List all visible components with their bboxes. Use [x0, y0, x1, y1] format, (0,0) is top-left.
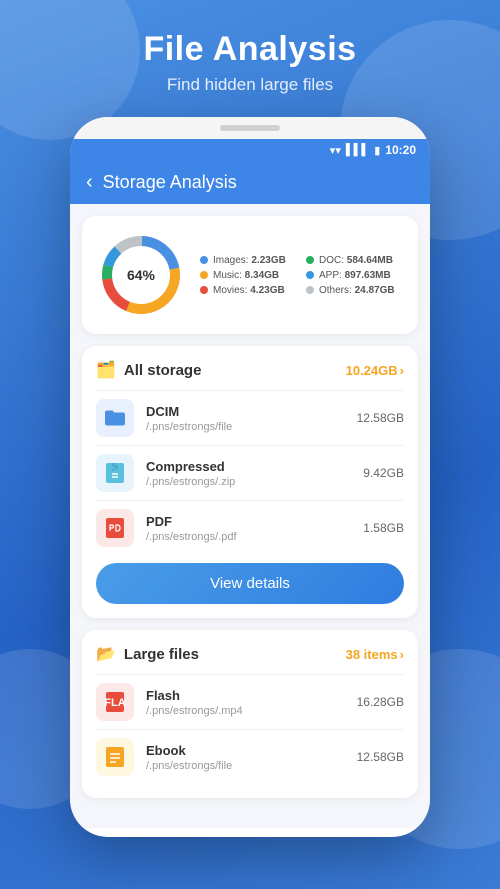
legend-dot-images — [200, 256, 208, 264]
legend-dot-music — [200, 271, 208, 279]
legend-dot-doc — [306, 256, 314, 264]
donut-chart: 64% — [96, 230, 186, 320]
legend-music: Music: 8.34GB — [200, 270, 298, 281]
file-size-flash: 16.28GB — [357, 695, 404, 709]
file-path-flash: /.pns/estrongs/.mp4 — [146, 705, 345, 717]
donut-center-label: 64% — [127, 267, 155, 283]
file-item-dcim[interactable]: DCIM /.pns/estrongs/file 12.58GB — [96, 390, 404, 445]
folder-icon-dcim — [103, 406, 127, 430]
pdf-icon — [103, 516, 127, 540]
file-info-flash: Flash /.pns/estrongs/.mp4 — [146, 688, 345, 717]
legend-label-app: APP: 897.63MB — [319, 270, 391, 281]
file-name-compressed: Compressed — [146, 459, 351, 474]
file-item-compressed[interactable]: Compressed /.pns/estrongs/.zip 9.42GB — [96, 445, 404, 500]
file-info-compressed: Compressed /.pns/estrongs/.zip — [146, 459, 351, 488]
legend-label-doc: DOC: 584.64MB — [319, 255, 393, 266]
file-path-ebook: /.pns/estrongs/file — [146, 760, 345, 772]
all-storage-total: 10.24GB — [346, 363, 398, 378]
phone-top-bar — [70, 117, 430, 139]
all-storage-card: 🗂️ All storage 10.24GB › DCIM /.pns/es — [82, 346, 418, 618]
flash-icon: FLA — [103, 690, 127, 714]
app-header: ‹ Storage Analysis — [70, 161, 430, 204]
legend-doc: DOC: 584.64MB — [306, 255, 404, 266]
file-icon-flash: FLA — [96, 683, 134, 721]
legend-app: APP: 897.63MB — [306, 270, 404, 281]
all-storage-header: 🗂️ All storage 10.24GB › — [96, 360, 404, 380]
legend-dot-others — [306, 286, 314, 294]
file-icon-pdf — [96, 509, 134, 547]
status-icons: ▾▾ ▌▌▌ ▮ 10:20 — [330, 143, 416, 157]
svg-text:FLA: FLA — [104, 697, 125, 709]
app-header-title: Storage Analysis — [103, 172, 237, 193]
legend-movies: Movies: 4.23GB — [200, 285, 298, 296]
all-storage-title: All storage — [124, 362, 202, 379]
legend-label-movies: Movies: 4.23GB — [213, 285, 285, 296]
file-path-compressed: /.pns/estrongs/.zip — [146, 476, 351, 488]
storage-chart-card: 64% Images: 2.23GB DOC: 584.64MB Music: … — [82, 216, 418, 334]
file-item-pdf[interactable]: PDF /.pns/estrongs/.pdf 1.58GB — [96, 500, 404, 555]
file-icon-ebook — [96, 738, 134, 776]
large-files-count: 38 items — [346, 647, 398, 662]
view-details-button[interactable]: View details — [96, 563, 404, 604]
status-time: 10:20 — [385, 143, 416, 157]
file-info-pdf: PDF /.pns/estrongs/.pdf — [146, 514, 351, 543]
ebook-icon — [103, 745, 127, 769]
all-storage-title-wrap: 🗂️ All storage — [96, 360, 201, 380]
status-bar: ▾▾ ▌▌▌ ▮ 10:20 — [70, 139, 430, 161]
large-files-badge[interactable]: 38 items › — [346, 647, 404, 662]
legend-label-others: Others: 24.87GB — [319, 285, 395, 296]
large-files-icon: 📂 — [96, 644, 116, 664]
large-files-title: Large files — [124, 646, 199, 663]
chart-section: 64% Images: 2.23GB DOC: 584.64MB Music: … — [96, 230, 404, 320]
file-name-dcim: DCIM — [146, 404, 345, 419]
legend-images: Images: 2.23GB — [200, 255, 298, 266]
phone-mockup: ▾▾ ▌▌▌ ▮ 10:20 ‹ Storage Analysis — [70, 117, 430, 837]
file-size-dcim: 12.58GB — [357, 411, 404, 425]
page-subtitle: Find hidden large files — [20, 75, 480, 95]
file-size-ebook: 12.58GB — [357, 750, 404, 764]
page-header: File Analysis Find hidden large files — [0, 0, 500, 105]
file-item-ebook[interactable]: Ebook /.pns/estrongs/file 12.58GB — [96, 729, 404, 784]
phone-speaker — [220, 125, 280, 131]
large-files-header: 📂 Large files 38 items › — [96, 644, 404, 664]
file-item-flash[interactable]: FLA Flash /.pns/estrongs/.mp4 16.28GB — [96, 674, 404, 729]
legend-dot-app — [306, 271, 314, 279]
file-path-pdf: /.pns/estrongs/.pdf — [146, 531, 351, 543]
zip-icon — [103, 461, 127, 485]
content-area: 64% Images: 2.23GB DOC: 584.64MB Music: … — [70, 204, 430, 828]
wifi-icon: ▾▾ — [330, 144, 341, 157]
battery-icon: ▮ — [374, 144, 380, 157]
file-name-pdf: PDF — [146, 514, 351, 529]
file-size-compressed: 9.42GB — [363, 466, 404, 480]
file-name-ebook: Ebook — [146, 743, 345, 758]
legend-others: Others: 24.87GB — [306, 285, 404, 296]
legend-dot-movies — [200, 286, 208, 294]
file-icon-dcim — [96, 399, 134, 437]
file-info-ebook: Ebook /.pns/estrongs/file — [146, 743, 345, 772]
file-info-dcim: DCIM /.pns/estrongs/file — [146, 404, 345, 433]
large-files-chevron: › — [400, 647, 404, 662]
legend-label-images: Images: 2.23GB — [213, 255, 286, 266]
signal-icon: ▌▌▌ — [346, 144, 369, 156]
back-button[interactable]: ‹ — [86, 171, 93, 194]
file-name-flash: Flash — [146, 688, 345, 703]
page-title: File Analysis — [20, 30, 480, 69]
all-storage-icon: 🗂️ — [96, 360, 116, 380]
large-files-card: 📂 Large files 38 items › FLA Flash — [82, 630, 418, 798]
file-path-dcim: /.pns/estrongs/file — [146, 421, 345, 433]
legend-label-music: Music: 8.34GB — [213, 270, 279, 281]
chart-legend: Images: 2.23GB DOC: 584.64MB Music: 8.34… — [200, 255, 404, 296]
file-icon-compressed — [96, 454, 134, 492]
all-storage-chevron: › — [400, 363, 404, 378]
file-size-pdf: 1.58GB — [363, 521, 404, 535]
all-storage-badge[interactable]: 10.24GB › — [346, 363, 404, 378]
large-files-title-wrap: 📂 Large files — [96, 644, 199, 664]
